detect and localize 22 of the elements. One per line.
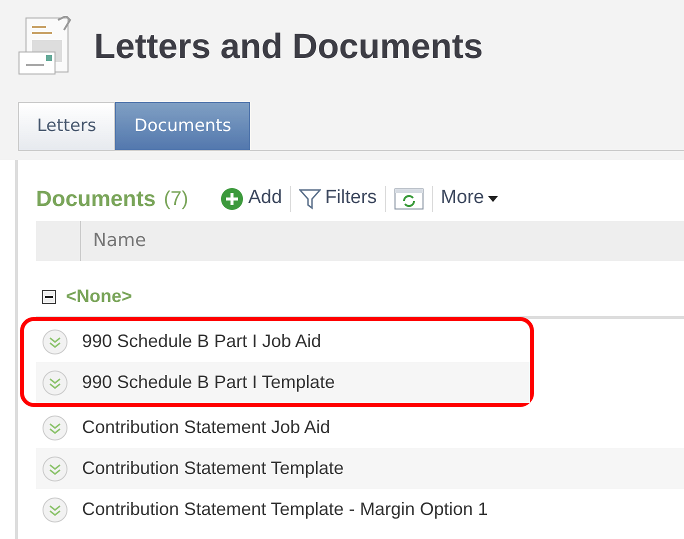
item-count: (7) [164, 186, 188, 212]
add-icon [220, 186, 244, 210]
section-title: Documents [36, 185, 156, 213]
refresh-icon [394, 186, 424, 210]
expand-chevron-icon [42, 496, 68, 522]
expand-chevron-icon [42, 414, 68, 440]
document-name[interactable]: Contribution Statement Job Aid [82, 414, 330, 441]
document-name[interactable]: Contribution Statement Template - Margin Option 1 [82, 496, 488, 523]
more-button[interactable]: More [432, 184, 506, 213]
minus-box-icon [42, 290, 56, 304]
add-button[interactable]: Add [212, 184, 290, 213]
expand-chevron-icon [42, 456, 68, 482]
filter-button[interactable]: Filters [291, 184, 385, 213]
expand-chevron-icon [42, 328, 68, 354]
filter-icon [299, 188, 322, 210]
group-label: <None> [66, 285, 132, 308]
tab[interactable]: Letters [18, 102, 116, 150]
page-title: Letters and Documents [94, 26, 483, 68]
document-name[interactable]: 990 Schedule B Part I Job Aid [82, 328, 322, 355]
collapse-toggle[interactable] [42, 290, 56, 304]
expand-chevron-icon [42, 370, 68, 396]
caret-icon [488, 196, 498, 202]
